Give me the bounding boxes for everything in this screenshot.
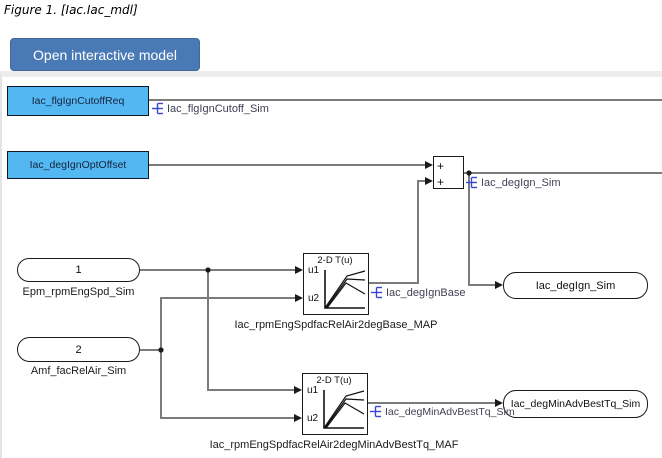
signal-label-text: Iac_degMinAdvBestTq_Sim xyxy=(385,406,515,418)
signal-logging-icon xyxy=(371,286,384,299)
wire-inport2-to-lut2u2 xyxy=(161,350,294,418)
block-sum: + + xyxy=(433,156,464,189)
block-label: Iac_degIgnOptOffset xyxy=(30,159,127,171)
inport-2-label: Amf_facRelAir_Sim xyxy=(17,365,140,377)
signal-logging-icon xyxy=(466,176,479,189)
signal-label-text: Iac_degIgn_Sim xyxy=(481,177,561,189)
outport-label: Iac_degMinAdvBestTq_Sim xyxy=(511,398,641,410)
signal-logging-icon xyxy=(152,102,165,115)
outport-deg-ign-sim: Iac_degIgn_Sim xyxy=(503,272,648,299)
lookup-curve-icon xyxy=(316,386,366,433)
inport-number: 2 xyxy=(75,344,81,356)
outport-label: Iac_degIgn_Sim xyxy=(536,280,616,292)
lookup1-caption: Iac_rpmEngSpdfacRelAir2degBase_MAP xyxy=(230,319,442,331)
inport-number: 1 xyxy=(75,264,81,276)
signal-label-flgigncutoff-sim: Iac_flgIgnCutoff_Sim xyxy=(152,102,269,115)
block-lookup-minadvbesttq-maf: 2-D T(u) u1 u2 xyxy=(302,373,368,435)
signal-label-text: Iac_degIgnBase xyxy=(386,287,466,299)
lookup-curve-icon xyxy=(317,266,367,313)
signal-label-degignbase: Iac_degIgnBase xyxy=(371,286,466,299)
signal-logging-icon xyxy=(370,405,383,418)
signal-label-degign-sim: Iac_degIgn_Sim xyxy=(466,176,561,189)
signal-label-degminadvbesttq-sim: Iac_degMinAdvBestTq_Sim xyxy=(370,405,515,418)
sum-plus-sign: + xyxy=(437,160,444,172)
outport-deg-min-adv-best-tq-sim: Iac_degMinAdvBestTq_Sim xyxy=(503,390,648,418)
block-lookup-degbase-map: 2-D T(u) u1 u2 xyxy=(303,253,369,315)
report-page: Figure 1. [Iac.Iac_mdl] Open interactive… xyxy=(0,0,662,458)
inport-2: 2 xyxy=(17,337,140,362)
sum-plus-sign: + xyxy=(437,176,444,188)
block-iac-degignoptoffset: Iac_degIgnOptOffset xyxy=(7,151,149,179)
wire-sum-to-outport1 xyxy=(469,173,495,285)
inport-1: 1 xyxy=(17,258,140,282)
signal-label-text: Iac_flgIgnCutoff_Sim xyxy=(167,103,269,115)
lookup2-caption: Iac_rpmEngSpdfacRelAir2degMinAdvBestTq_M… xyxy=(204,439,464,451)
block-label: Iac_flgIgnCutoffReq xyxy=(32,95,125,107)
inport-1-label: Epm_rpmEngSpd_Sim xyxy=(17,286,140,298)
block-iac-flgigncutoffreq: Iac_flgIgnCutoffReq xyxy=(7,86,149,116)
wire-lut1-to-sum xyxy=(369,181,425,283)
